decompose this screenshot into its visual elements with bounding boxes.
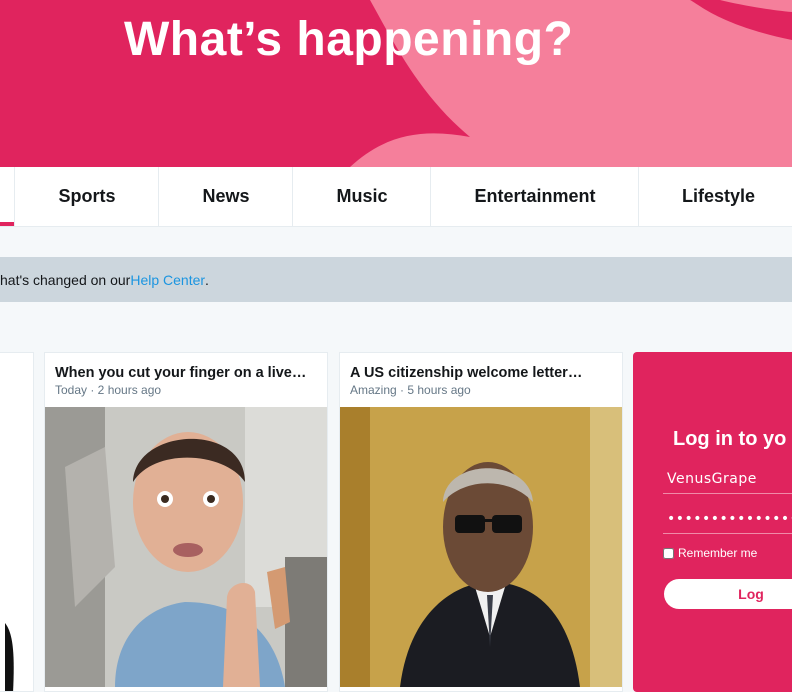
story-meta: Amazing · 5 hours ago bbox=[350, 383, 471, 397]
notice-text: hat's changed on our bbox=[0, 271, 131, 288]
hero-title: What’s happening? bbox=[124, 13, 574, 66]
tab-music[interactable]: Music bbox=[292, 167, 431, 226]
help-center-link[interactable]: Help Center bbox=[130, 272, 205, 288]
story-title[interactable]: When you cut your finger on a live… bbox=[55, 365, 306, 381]
active-tab-indicator bbox=[0, 222, 14, 226]
hero-shape-top bbox=[720, 0, 792, 12]
remember-label: Remember me bbox=[678, 546, 758, 560]
tab-sports[interactable]: Sports bbox=[14, 167, 159, 226]
notice-bar: hat's changed on our Help Center . bbox=[0, 257, 792, 302]
login-button[interactable]: Log bbox=[664, 579, 792, 609]
username-field[interactable] bbox=[663, 464, 792, 494]
story-card[interactable]: A US citizenship welcome letter… Amazing… bbox=[339, 352, 623, 692]
remember-checkbox[interactable] bbox=[663, 547, 674, 559]
tab-news[interactable]: News bbox=[158, 167, 293, 226]
story-card[interactable]: When you cut your finger on a live… Toda… bbox=[44, 352, 328, 692]
hero-banner: What’s happening? bbox=[0, 0, 792, 167]
password-field[interactable] bbox=[663, 504, 792, 534]
remember-me[interactable]: Remember me bbox=[663, 546, 757, 560]
login-title: Log in to yo bbox=[673, 428, 787, 450]
tab-entertainment[interactable]: Entertainment bbox=[430, 167, 639, 226]
story-photo bbox=[340, 407, 622, 687]
notice-end: . bbox=[205, 271, 209, 288]
story-title[interactable]: A US citizenship welcome letter… bbox=[350, 365, 582, 381]
tab-lifestyle[interactable]: Lifestyle bbox=[638, 167, 792, 226]
login-panel: Log in to yo Remember me Log bbox=[633, 352, 792, 692]
story-meta: Today · 2 hours ago bbox=[55, 383, 162, 397]
story-photo bbox=[45, 407, 327, 687]
partial-card[interactable] bbox=[0, 352, 34, 692]
partial-card-image bbox=[5, 623, 14, 691]
category-nav: Sports News Music Entertainment Lifestyl… bbox=[0, 167, 792, 227]
